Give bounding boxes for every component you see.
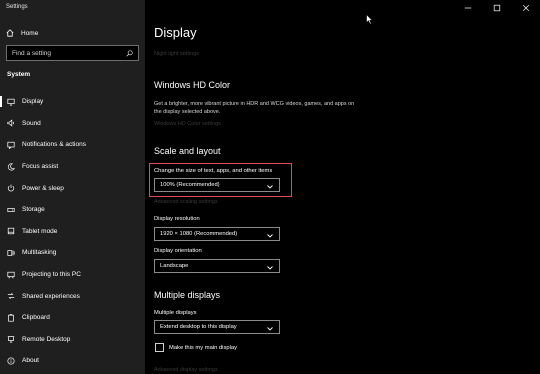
storage-icon [7,206,15,214]
speaker-icon [7,119,15,127]
search-box[interactable] [6,45,139,61]
multiple-displays-dropdown[interactable]: Extend desktop to this display [154,320,280,334]
close-button[interactable] [511,0,540,16]
page-title: Display [154,25,197,40]
sidebar-nav: Display Sound Notifications & actions Fo… [0,91,145,372]
resolution-dropdown[interactable]: 1920 × 1080 (Recommended) [154,227,280,241]
sidebar-item-shared-experiences[interactable]: Shared experiences [0,285,145,307]
sidebar-item-label: Projecting to this PC [22,271,81,279]
sidebar-item-focus-assist[interactable]: Focus assist [0,156,145,178]
scale-size-dropdown[interactable]: 100% (Recommended) [154,178,280,192]
sidebar-item-tablet-mode[interactable]: Tablet mode [0,221,145,243]
sidebar-item-projecting[interactable]: Projecting to this PC [0,264,145,286]
scale-size-label: Change the size of text, apps, and other… [154,168,273,174]
section-header-system: System [7,71,31,78]
sidebar-item-clipboard[interactable]: Clipboard [0,307,145,329]
tablet-icon [7,227,15,235]
multiple-displays-label: Multiple displays [154,310,197,316]
advanced-display-settings-link[interactable]: Advanced display settings [154,367,218,373]
advanced-scaling-link[interactable]: Advanced scaling settings [154,199,218,205]
chevron-down-icon [267,225,273,243]
dropdown-value: 1920 × 1080 (Recommended) [160,231,238,237]
hdr-description: Get a brighter, more vibrant picture in … [154,101,355,115]
resolution-label: Display resolution [154,216,200,222]
sidebar-item-label: Tablet mode [22,227,58,235]
scale-heading: Scale and layout [154,146,221,156]
notification-icon [7,141,15,149]
dropdown-value: Extend desktop to this display [160,324,237,330]
sidebar-item-label: Shared experiences [22,292,80,300]
search-icon[interactable] [126,44,133,62]
sidebar-item-storage[interactable]: Storage [0,199,145,221]
home-link[interactable]: Home [6,27,38,39]
sidebar-item-label: Multitasking [22,249,57,257]
sidebar-item-about[interactable]: About [0,350,145,372]
sidebar-item-label: Remote Desktop [22,335,71,343]
shared-icon [7,292,15,300]
clipboard-icon [7,314,15,322]
chevron-down-icon [267,176,273,194]
mouse-cursor-icon [366,12,374,30]
home-icon [6,24,14,42]
info-icon [7,357,15,365]
sidebar-item-multitasking[interactable]: Multitasking [0,242,145,264]
maximize-button[interactable] [482,0,511,16]
sidebar-item-notifications[interactable]: Notifications & actions [0,134,145,156]
dropdown-value: 100% (Recommended) [160,182,220,188]
remote-desktop-icon [7,335,15,343]
sidebar-item-label: Clipboard [22,314,50,322]
app-title: Settings [6,4,28,10]
sidebar-item-label: Display [22,98,44,106]
hdr-heading: Windows HD Color [154,80,231,90]
search-input[interactable] [12,49,126,57]
sidebar-item-remote-desktop[interactable]: Remote Desktop [0,329,145,351]
sidebar-item-label: Focus assist [22,163,59,171]
orientation-label: Display orientation [154,248,202,254]
projecting-icon [7,271,15,279]
night-light-settings-link[interactable]: Night light settings [154,51,199,57]
minimize-button[interactable] [453,0,482,16]
sidebar-item-label: Power & sleep [22,184,64,192]
moon-icon [7,163,15,171]
orientation-dropdown[interactable]: Landscape [154,259,280,273]
main-content: Display Night light settings Windows HD … [145,0,540,374]
sidebar-item-label: Notifications & actions [22,141,86,149]
multitasking-icon [7,249,15,257]
window-controls [453,0,540,16]
sidebar-item-label: About [22,357,39,365]
main-display-checkbox[interactable] [155,343,164,352]
multiple-displays-heading: Multiple displays [154,290,221,300]
hd-color-settings-link[interactable]: Windows HD Color settings [154,121,221,127]
power-icon [7,184,15,192]
main-display-checkbox-label: Make this my main display [169,344,237,351]
sidebar-item-label: Sound [22,119,41,127]
sidebar: Settings Home System Display Sound Notif… [0,0,145,374]
sidebar-item-label: Storage [22,206,45,214]
sidebar-item-display[interactable]: Display [0,91,145,113]
chevron-down-icon [267,318,273,336]
home-label: Home [21,29,39,37]
sidebar-item-power-sleep[interactable]: Power & sleep [0,177,145,199]
chevron-down-icon [267,257,273,275]
sidebar-item-sound[interactable]: Sound [0,113,145,135]
dropdown-value: Landscape [160,263,189,269]
main-display-checkbox-row[interactable]: Make this my main display [155,343,237,352]
monitor-icon [7,98,15,106]
